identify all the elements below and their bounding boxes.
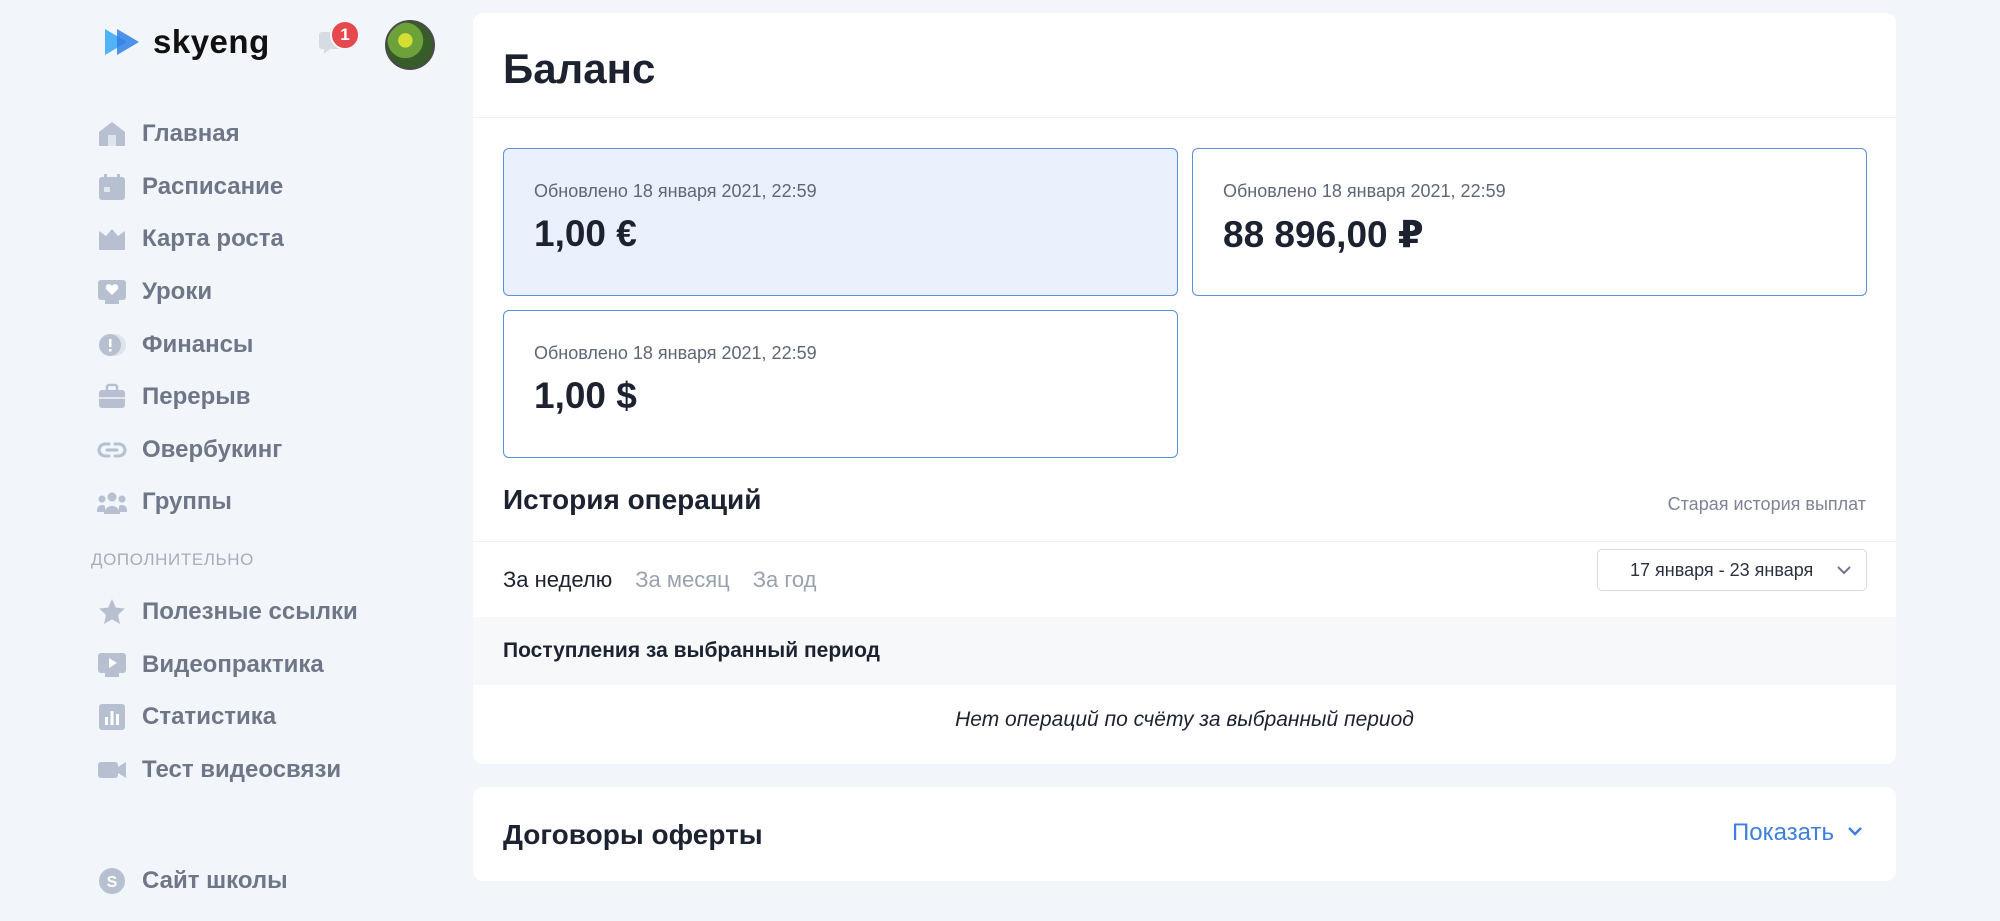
sidebar-item-label: Финансы: [142, 330, 254, 358]
sidebar-item-label: Расписание: [142, 172, 284, 200]
date-range-value: 17 января - 23 января: [1630, 559, 1814, 580]
svg-text:S: S: [107, 874, 118, 891]
coin-icon: [96, 329, 128, 361]
sidebar-item-finance[interactable]: Финансы: [96, 318, 284, 371]
divider: [473, 541, 1896, 542]
skyeng-logo-icon: [105, 27, 145, 57]
sidebar-item-home[interactable]: Главная: [96, 108, 284, 161]
sidebar-item-label: Главная: [142, 120, 240, 148]
group-icon: [96, 486, 128, 518]
school-site-icon: S: [96, 865, 128, 897]
tab-month[interactable]: За месяц: [635, 567, 730, 593]
link-icon: [96, 434, 128, 466]
camera-icon: [96, 754, 128, 786]
sidebar-item-break[interactable]: Перерыв: [96, 371, 284, 424]
sidebar-item-groups[interactable]: Группы: [96, 476, 284, 529]
brand-name: skyeng: [153, 23, 270, 60]
crown-icon: [96, 223, 128, 255]
sidebar-item-schedule[interactable]: Расписание: [96, 161, 284, 214]
tab-week[interactable]: За неделю: [503, 567, 612, 593]
sidebar-item-growth-map[interactable]: Карта роста: [96, 213, 284, 266]
date-range-select[interactable]: 17 января - 23 января: [1597, 549, 1867, 591]
section-label-extra: ДОПОЛНИТЕЛЬНО: [91, 550, 254, 569]
play-icon: [96, 649, 128, 681]
history-title: История операций: [503, 484, 762, 515]
sidebar-item-label: Тест видеосвязи: [142, 756, 342, 784]
offer-title: Договоры оферты: [503, 819, 763, 850]
balance-card: Баланс Обновлено 18 января 2021, 22:59 1…: [473, 13, 1896, 764]
footer-nav: S Сайт школы: [96, 855, 288, 908]
period-heading: Поступления за выбранный период: [503, 639, 880, 662]
avatar[interactable]: [385, 20, 435, 70]
sidebar: skyeng 1 Главная Расписание Карта роста: [0, 0, 460, 921]
sidebar-item-label: Перерыв: [142, 383, 251, 411]
chevron-down-icon: [1836, 562, 1852, 583]
chevron-down-icon: [1846, 819, 1864, 847]
star-icon: [96, 596, 128, 628]
period-tabs: За неделю За месяц За год: [503, 567, 817, 593]
balance-amount: 88 896,00 ₽: [1223, 214, 1424, 255]
old-history-link[interactable]: Старая история выплат: [1668, 494, 1866, 515]
offer-card: Договоры оферты Показать: [473, 787, 1896, 881]
balance-updated: Обновлено 18 января 2021, 22:59: [534, 343, 817, 363]
sidebar-item-statistics[interactable]: Статистика: [96, 691, 358, 744]
sidebar-item-video-practice[interactable]: Видеопрактика: [96, 639, 358, 692]
sidebar-item-label: Карта роста: [142, 225, 284, 253]
skyeng-logo[interactable]: skyeng: [105, 22, 270, 62]
sidebar-item-label: Полезные ссылки: [142, 598, 358, 626]
page-title: Баланс: [503, 45, 656, 92]
show-label: Показать: [1731, 819, 1834, 846]
main-nav: Главная Расписание Карта роста Уроки Фин…: [96, 108, 284, 529]
home-icon: [96, 118, 128, 150]
balance-card-eur[interactable]: Обновлено 18 января 2021, 22:59 1,00 €: [503, 148, 1178, 296]
balance-card-rub[interactable]: Обновлено 18 января 2021, 22:59 88 896,0…: [1192, 148, 1867, 296]
show-offers-button[interactable]: Показать: [1732, 819, 1864, 847]
sidebar-item-label: Статистика: [142, 703, 277, 731]
suitcase-icon: [96, 381, 128, 413]
period-heading-bar: Поступления за выбранный период: [473, 617, 1896, 685]
calendar-icon: [96, 171, 128, 203]
balance-updated: Обновлено 18 января 2021, 22:59: [1223, 181, 1506, 201]
sidebar-item-useful-links[interactable]: Полезные ссылки: [96, 586, 358, 639]
sidebar-item-label: Видеопрактика: [142, 650, 324, 678]
notification-badge: 1: [330, 20, 360, 50]
sidebar-item-label: Сайт школы: [142, 867, 288, 895]
stats-icon: [96, 701, 128, 733]
sidebar-item-label: Уроки: [142, 278, 213, 306]
sidebar-item-lessons[interactable]: Уроки: [96, 266, 284, 319]
tab-year[interactable]: За год: [753, 567, 817, 593]
sidebar-item-school-site[interactable]: S Сайт школы: [96, 855, 288, 908]
balance-amount: 1,00 €: [534, 213, 637, 254]
extra-nav: Полезные ссылки Видеопрактика Статистика…: [96, 586, 358, 796]
balance-amount: 1,00 $: [534, 375, 637, 416]
balance-card-usd[interactable]: Обновлено 18 января 2021, 22:59 1,00 $: [503, 310, 1178, 458]
sidebar-item-video-test[interactable]: Тест видеосвязи: [96, 744, 358, 797]
sidebar-item-label: Группы: [142, 488, 232, 516]
divider: [473, 117, 1896, 118]
empty-state-text: Нет операций по счёту за выбранный перио…: [955, 708, 1414, 731]
sidebar-item-label: Овербукинг: [142, 435, 283, 463]
balance-updated: Обновлено 18 января 2021, 22:59: [534, 181, 817, 201]
sidebar-item-overbooking[interactable]: Овербукинг: [96, 424, 284, 477]
lessons-heart-icon: [96, 276, 128, 308]
